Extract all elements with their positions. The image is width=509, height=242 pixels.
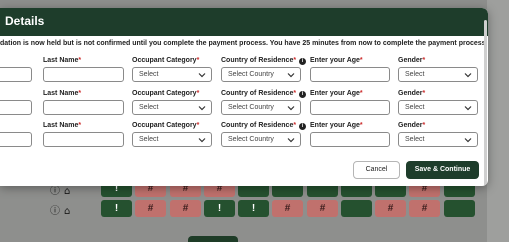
guest-row: Last Name* Occupant Category* Select Countr… — [0, 90, 488, 120]
country-label: Country of Residence* i — [221, 122, 307, 130]
chevron-down-icon — [198, 138, 206, 143]
occupant-category-select[interactable]: Select — [132, 100, 212, 115]
first-name-input[interactable] — [0, 100, 32, 115]
first-name-input[interactable] — [0, 132, 32, 147]
bg-cell[interactable]: ! — [101, 200, 132, 217]
info-icon[interactable]: i — [299, 91, 307, 98]
age-input[interactable] — [310, 100, 390, 115]
age-input[interactable] — [310, 132, 390, 147]
occupant-category-label: Occupant Category* — [132, 122, 200, 129]
country-label: Country of Residence* i — [221, 90, 307, 98]
country-select[interactable]: Select Country — [221, 100, 301, 115]
gender-select[interactable]: Select — [398, 100, 478, 115]
country-select[interactable]: Select Country — [221, 132, 301, 147]
chevron-down-icon — [287, 106, 295, 111]
bg-cell[interactable]: # — [272, 200, 303, 217]
info-icon[interactable]: ⓘ — [50, 206, 60, 217]
country-label: Country of Residence* i — [221, 57, 307, 65]
chevron-down-icon — [287, 73, 295, 78]
cancel-button[interactable]: Cancel — [353, 161, 400, 179]
home-icon[interactable]: ⌂ — [64, 186, 70, 197]
home-icon[interactable]: ⌂ — [64, 206, 70, 217]
age-input[interactable] — [310, 67, 390, 82]
last-name-label: Last Name* — [43, 57, 82, 64]
last-name-input[interactable] — [43, 100, 124, 115]
background-edge — [487, 0, 509, 242]
chevron-down-icon — [464, 138, 472, 143]
country-select[interactable]: Select Country — [221, 67, 301, 82]
info-icon[interactable]: ⓘ — [50, 186, 60, 197]
chevron-down-icon — [198, 106, 206, 111]
modal-title: Details — [5, 14, 45, 28]
age-label: Enter your Age* — [310, 57, 363, 64]
modal-header: Details — [0, 8, 488, 36]
booking-row: ⓘ ⌂ ! # # ! ! # # # # — [0, 200, 509, 218]
occupant-category-select[interactable]: Select — [132, 67, 212, 82]
payment-notice: dation is now held but is not confirmed … — [0, 40, 488, 47]
occupant-category-label: Occupant Category* — [132, 90, 200, 97]
scrollbar[interactable] — [484, 20, 487, 186]
last-name-label: Last Name* — [43, 90, 82, 97]
last-name-input[interactable] — [43, 67, 124, 82]
gender-label: Gender* — [398, 57, 426, 64]
guest-row: Last Name* Occupant Category* Select Countr… — [0, 122, 488, 152]
gender-select[interactable]: Select — [398, 67, 478, 82]
chevron-down-icon — [464, 106, 472, 111]
bg-cell[interactable]: # — [135, 200, 166, 217]
age-label: Enter your Age* — [310, 122, 363, 129]
chevron-down-icon — [287, 138, 295, 143]
bg-cell[interactable]: # — [170, 200, 201, 217]
background-button[interactable] — [188, 236, 238, 242]
info-icon[interactable]: i — [299, 58, 307, 65]
bg-cell[interactable] — [341, 200, 372, 217]
bg-cell[interactable]: # — [307, 200, 338, 217]
chevron-down-icon — [464, 73, 472, 78]
last-name-input[interactable] — [43, 132, 124, 147]
bg-cell[interactable] — [444, 200, 475, 217]
gender-label: Gender* — [398, 90, 426, 97]
last-name-label: Last Name* — [43, 122, 82, 129]
guest-row: Last Name* Occupant Category* Select Countr… — [0, 57, 488, 87]
gender-label: Gender* — [398, 122, 426, 129]
bg-cell[interactable]: # — [375, 200, 406, 217]
occupant-category-label: Occupant Category* — [132, 57, 200, 64]
gender-select[interactable]: Select — [398, 132, 478, 147]
first-name-input[interactable] — [0, 67, 32, 82]
age-label: Enter your Age* — [310, 90, 363, 97]
occupant-category-select[interactable]: Select — [132, 132, 212, 147]
info-icon[interactable]: i — [299, 123, 307, 130]
bg-cell[interactable]: ! — [204, 200, 235, 217]
guest-details-modal: Details dation is now held but is not co… — [0, 8, 488, 186]
save-continue-button[interactable]: Save & Continue — [406, 161, 479, 179]
bg-cell[interactable]: # — [409, 200, 440, 217]
bg-cell[interactable]: ! — [238, 200, 269, 217]
chevron-down-icon — [198, 73, 206, 78]
